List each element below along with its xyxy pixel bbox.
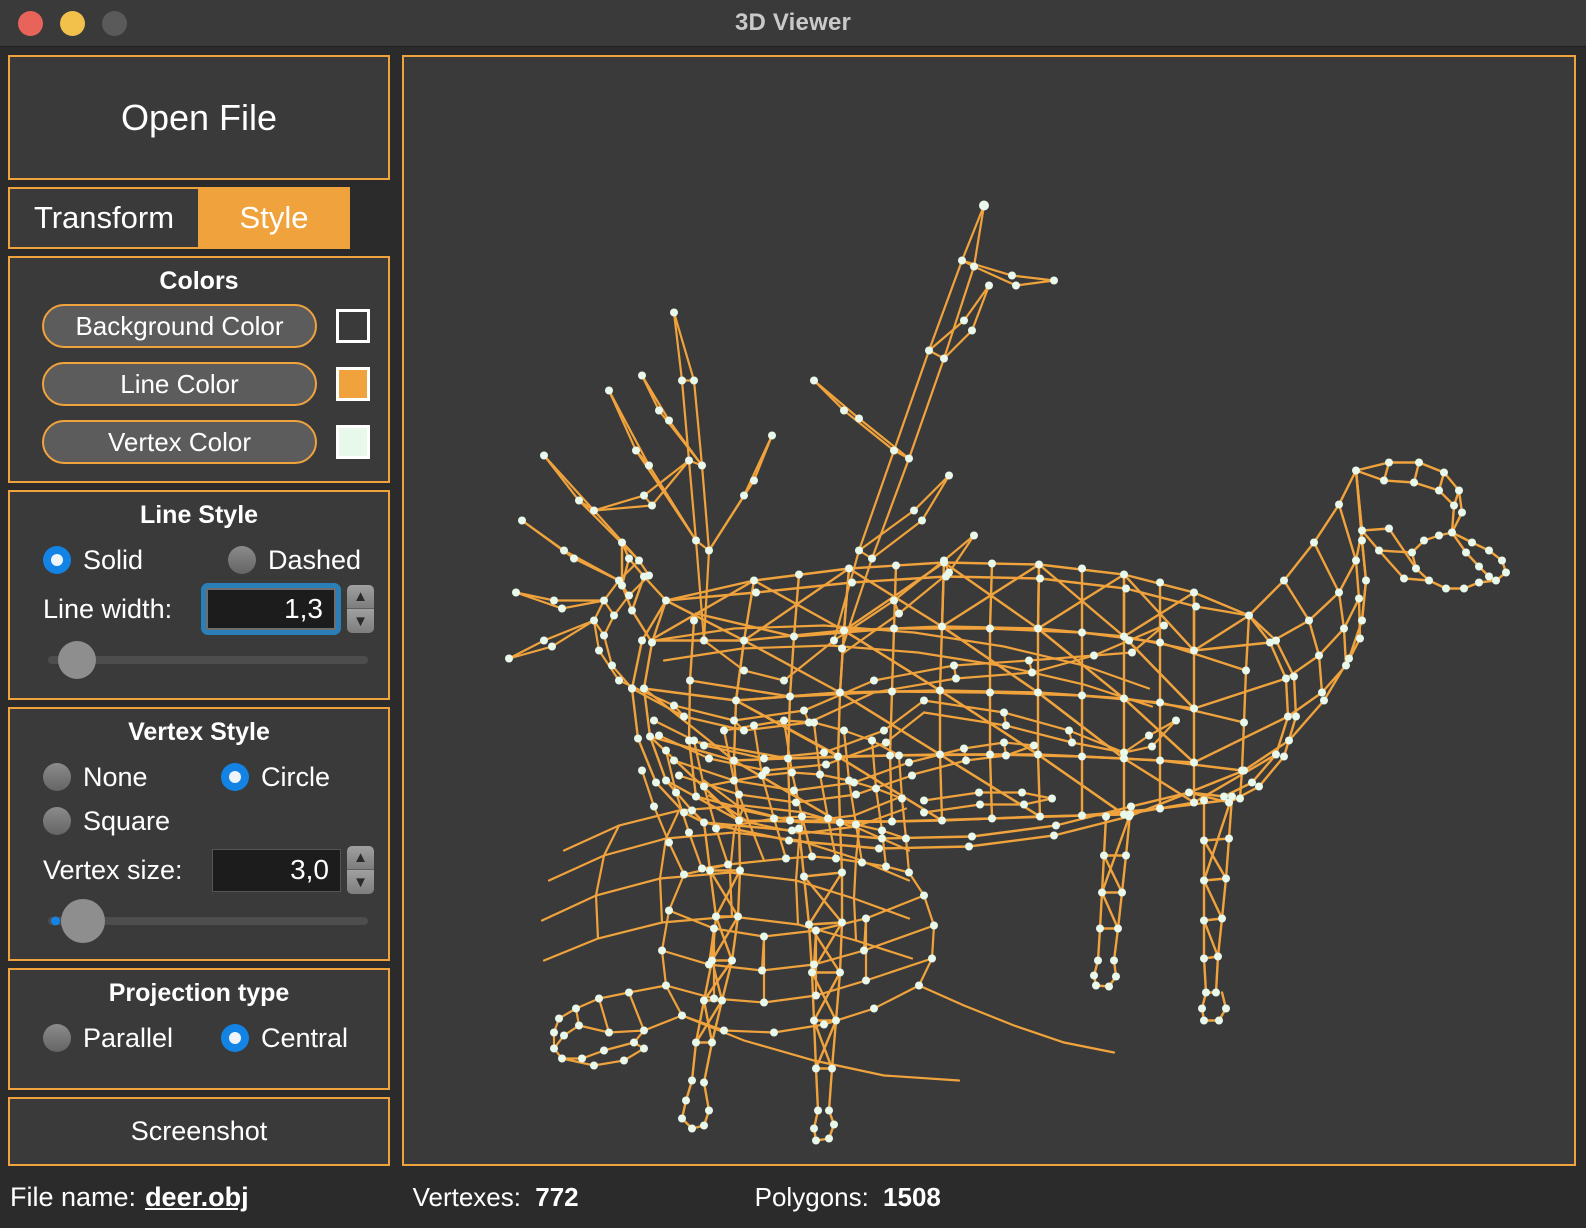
vertex-color-row: Vertex Color — [10, 420, 388, 464]
radio-circle-label: Circle — [261, 761, 331, 792]
model-viewport[interactable] — [402, 55, 1576, 1166]
radio-none-label: None — [83, 761, 148, 792]
tab-transform[interactable]: Transform — [8, 187, 198, 249]
radio-central-indicator — [221, 1024, 249, 1052]
vertex-color-button[interactable]: Vertex Color — [42, 420, 317, 464]
vertex-style-radio-row-1: None Circle — [10, 755, 388, 799]
tab-bar: Transform Style — [8, 187, 390, 249]
vertex-color-swatch[interactable] — [336, 425, 370, 459]
radio-dashed-indicator — [228, 546, 256, 574]
line-width-increment-icon[interactable]: ▲ — [347, 585, 374, 609]
vertex-color-label: Vertex Color — [107, 426, 252, 457]
line-width-input[interactable]: 1,3 — [206, 588, 336, 630]
line-width-label: Line width: — [43, 593, 173, 624]
main-area: Open File Transform Style Colors Backgro… — [0, 47, 1586, 1166]
vertex-style-radio-row-2: Square — [10, 799, 388, 843]
status-vertexes: Vertexes: 772 — [413, 1182, 579, 1213]
screenshot-label: Screenshot — [130, 1116, 268, 1146]
vertex-style-title: Vertex Style — [128, 718, 270, 746]
background-color-swatch[interactable] — [336, 309, 370, 343]
line-color-label: Line Color — [120, 368, 239, 399]
background-color-button[interactable]: Background Color — [42, 304, 317, 348]
line-width-slider-knob[interactable] — [58, 641, 96, 679]
vertex-size-row: Vertex size: 3,0 ▲ ▼ — [10, 843, 388, 897]
line-color-button[interactable]: Line Color — [42, 362, 317, 406]
radio-none-indicator — [43, 763, 71, 791]
status-bar: File name: deer.obj Vertexes: 772 Polygo… — [0, 1166, 1586, 1228]
radio-solid-indicator — [43, 546, 71, 574]
radio-square-label: Square — [83, 805, 171, 836]
radio-solid-label: Solid — [83, 544, 144, 575]
status-file-value: deer.obj — [145, 1181, 249, 1212]
line-width-row: Line width: 1,3 ▲ ▼ — [10, 582, 388, 636]
line-color-swatch[interactable] — [336, 367, 370, 401]
colors-group: Colors Background Color Line Color Verte… — [8, 256, 390, 483]
radio-parallel-indicator — [43, 1024, 71, 1052]
radio-square[interactable]: Square — [43, 806, 170, 837]
open-file-label: Open File — [120, 96, 278, 138]
line-width-slider[interactable] — [48, 638, 368, 682]
background-color-label: Background Color — [75, 310, 284, 341]
status-vertexes-label: Vertexes: — [412, 1181, 521, 1212]
line-width-spinner: 1,3 ▲ ▼ — [201, 583, 374, 635]
background-color-row: Background Color — [10, 304, 388, 348]
vertex-size-slider-knob[interactable] — [61, 899, 105, 943]
app-window: 3D Viewer Open File Transform Style Colo… — [0, 0, 1586, 1228]
vertex-size-increment-icon[interactable]: ▲ — [347, 846, 374, 870]
status-polygons: Polygons: 1508 — [755, 1182, 941, 1213]
line-width-decrement-icon[interactable]: ▼ — [347, 609, 374, 633]
status-vertexes-value: 772 — [535, 1181, 579, 1212]
radio-parallel[interactable]: Parallel — [43, 1023, 221, 1054]
line-style-title: Line Style — [139, 501, 259, 529]
vertex-size-input[interactable]: 3,0 — [212, 848, 341, 892]
window-title: 3D Viewer — [734, 9, 852, 36]
control-sidebar: Open File Transform Style Colors Backgro… — [8, 55, 390, 1166]
colors-title: Colors — [159, 267, 239, 295]
line-style-radio-row: Solid Dashed — [10, 538, 388, 582]
radio-circle[interactable]: Circle — [221, 762, 330, 793]
radio-none[interactable]: None — [43, 762, 221, 793]
radio-solid[interactable]: Solid — [43, 545, 228, 576]
line-width-stepper: ▲ ▼ — [347, 585, 374, 633]
tab-transform-label: Transform — [33, 200, 175, 235]
tab-filler — [350, 187, 390, 249]
projection-group: Projection type Parallel Central — [8, 968, 390, 1090]
screenshot-button[interactable]: Screenshot — [8, 1097, 390, 1166]
radio-parallel-label: Parallel — [83, 1022, 174, 1053]
line-width-slider-track — [48, 656, 368, 664]
status-polygons-value: 1508 — [883, 1181, 941, 1212]
vertex-size-stepper: ▲ ▼ — [347, 846, 374, 894]
vertex-size-slider-tick — [51, 916, 60, 926]
tab-style-label: Style — [239, 200, 309, 235]
radio-circle-indicator — [221, 763, 249, 791]
line-style-group: Line Style Solid Dashed Line width: 1,3 … — [8, 490, 390, 700]
vertex-size-label: Vertex size: — [43, 854, 183, 885]
line-width-focus-ring: 1,3 — [201, 583, 341, 635]
vertex-size-spinner: 3,0 ▲ ▼ — [212, 846, 374, 894]
line-color-row: Line Color — [10, 362, 388, 406]
tab-style[interactable]: Style — [198, 187, 350, 249]
radio-square-indicator — [43, 807, 71, 835]
radio-central[interactable]: Central — [221, 1023, 348, 1054]
status-file-name: File name: deer.obj — [10, 1182, 249, 1213]
projection-radio-row: Parallel Central — [10, 1016, 388, 1060]
vertex-size-decrement-icon[interactable]: ▼ — [347, 870, 374, 894]
status-polygons-label: Polygons: — [754, 1181, 869, 1212]
radio-central-label: Central — [261, 1022, 349, 1053]
open-file-button[interactable]: Open File — [8, 55, 390, 180]
status-file-label: File name: — [10, 1181, 137, 1212]
radio-dashed-label: Dashed — [268, 544, 362, 575]
vertex-size-slider[interactable] — [48, 899, 368, 943]
vertex-style-group: Vertex Style None Circle Square Vertex s… — [8, 707, 390, 961]
title-bar: 3D Viewer — [0, 0, 1586, 47]
projection-title: Projection type — [108, 979, 290, 1007]
deer-wireframe-model — [505, 200, 1510, 1145]
radio-dashed[interactable]: Dashed — [228, 545, 361, 576]
